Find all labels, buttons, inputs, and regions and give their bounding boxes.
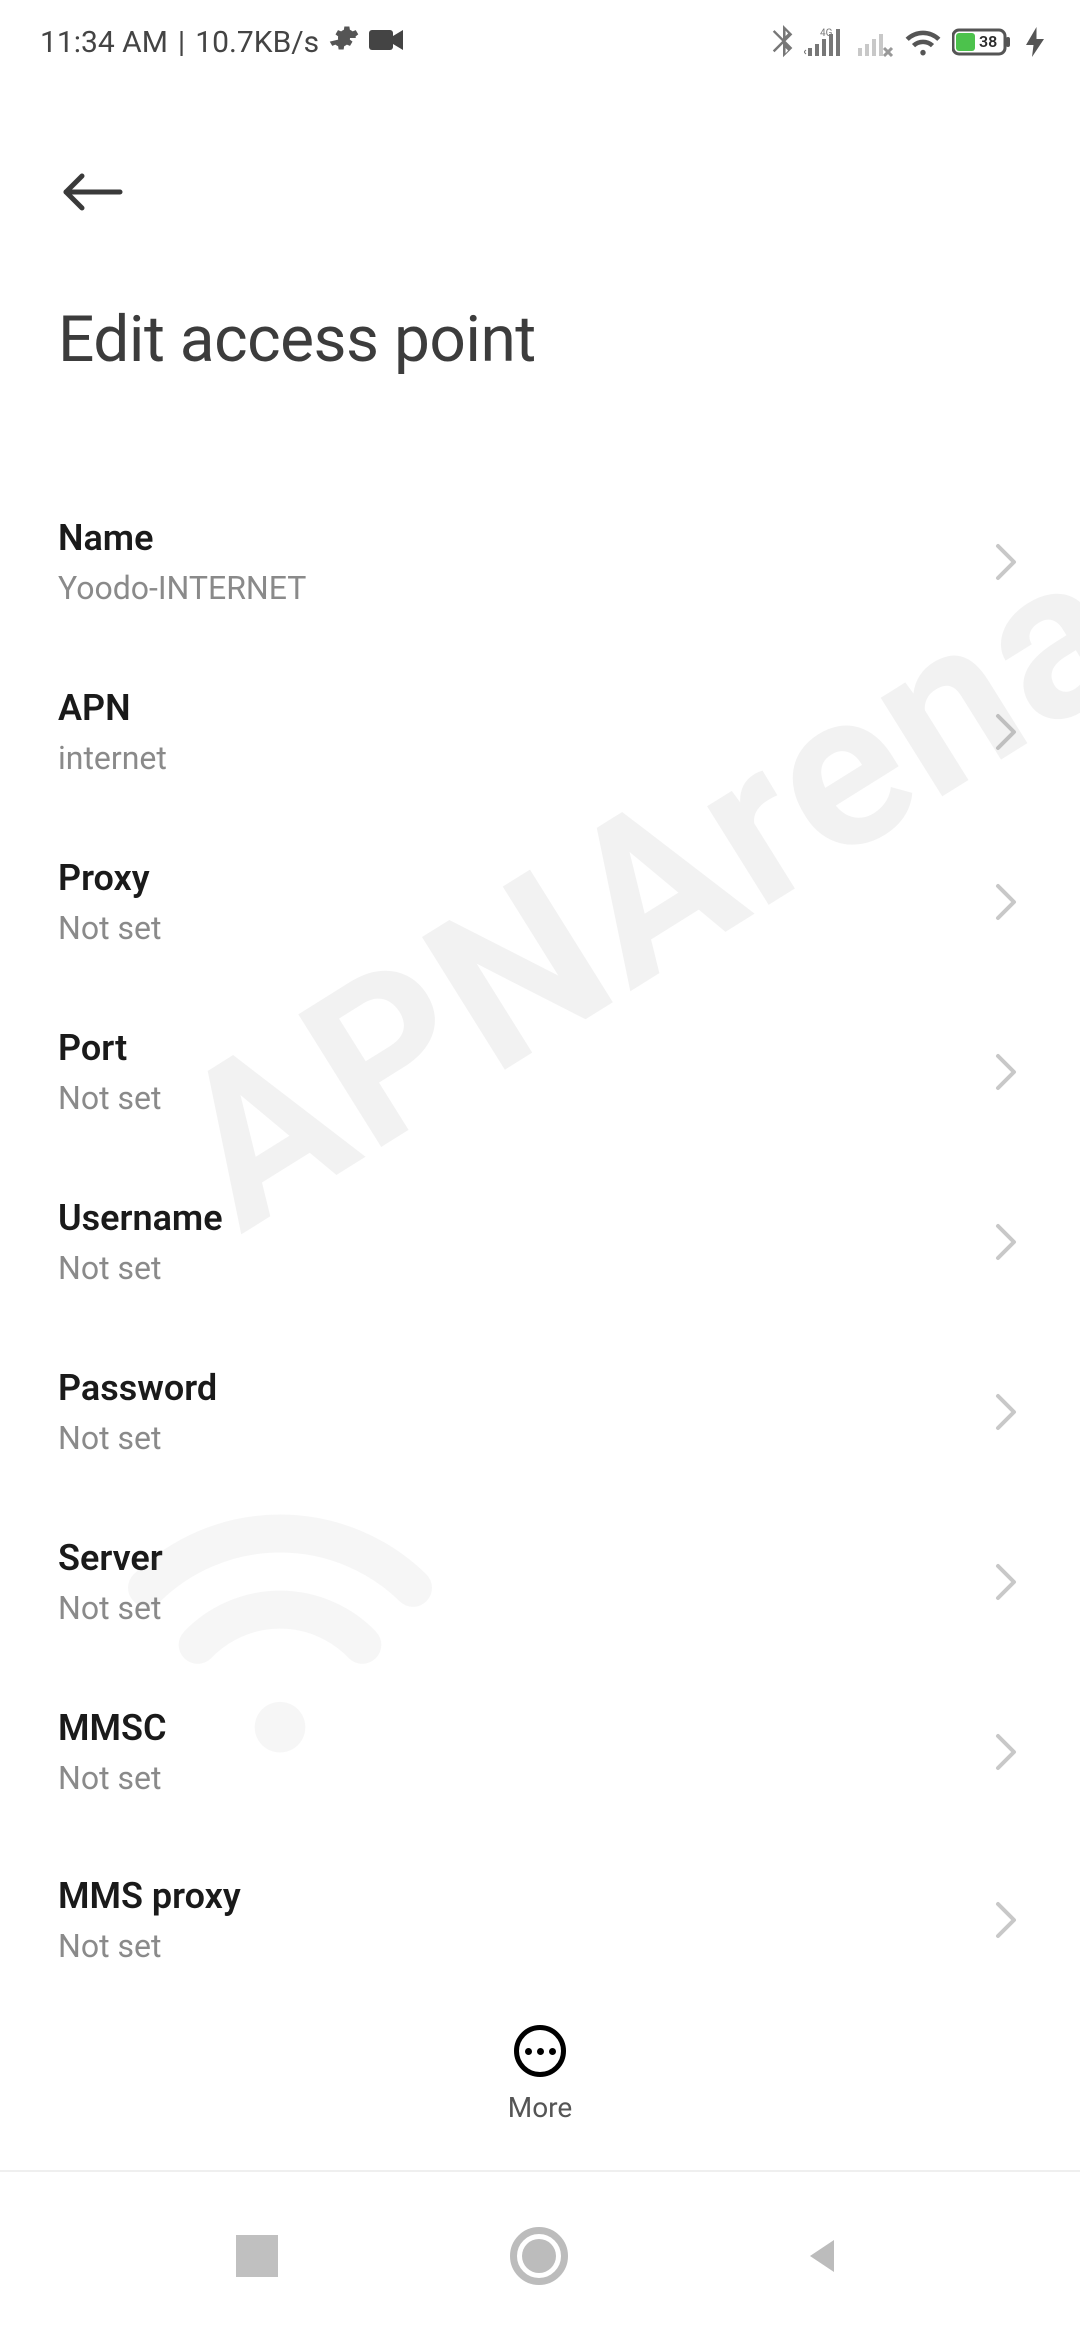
battery-icon: 38 [952,27,1016,57]
status-bar: 11:34 AM | 10.7KB/s 4G [0,0,1080,78]
row-value: Not set [58,1759,167,1797]
row-value: Not set [58,909,161,947]
row-name[interactable]: Name Yoodo-INTERNET [58,477,1022,647]
row-mmsc[interactable]: MMSC Not set [58,1667,1022,1837]
battery-percent: 38 [979,32,997,51]
row-port[interactable]: Port Not set [58,987,1022,1157]
row-value: Not set [58,1419,217,1457]
chevron-right-icon [994,1222,1018,1262]
chevron-right-icon [994,1052,1018,1092]
row-apn[interactable]: APN internet [58,647,1022,817]
page-title: Edit access point [58,302,1022,377]
row-value: Not set [58,1249,223,1287]
more-icon [514,2025,566,2077]
more-button[interactable]: More [0,2025,1080,2124]
status-divider: | [178,25,185,60]
row-label: Port [58,1027,161,1069]
row-value: Not set [58,1927,241,1965]
row-password[interactable]: Password Not set [58,1327,1022,1497]
chevron-right-icon [994,712,1018,752]
signal-nosim-icon [854,26,894,58]
chevron-right-icon [994,882,1018,922]
video-icon [369,25,403,60]
chevron-right-icon [994,1562,1018,1602]
status-right: 4G [772,25,1044,59]
android-navbar [0,2170,1080,2340]
chevron-right-icon [994,1900,1018,1940]
status-left: 11:34 AM | 10.7KB/s [40,23,403,61]
bluetooth-icon [772,25,794,59]
row-label: MMS proxy [58,1875,241,1917]
nav-recents-icon[interactable] [236,2235,278,2277]
chevron-right-icon [994,1392,1018,1432]
back-icon[interactable] [58,168,1022,216]
more-label: More [508,2091,573,2124]
bolt-icon [1026,27,1044,57]
row-mms-proxy[interactable]: MMS proxy Not set [58,1837,1022,1965]
row-proxy[interactable]: Proxy Not set [58,817,1022,987]
row-label: Proxy [58,857,161,899]
row-label: Server [58,1537,163,1579]
chevron-right-icon [994,542,1018,582]
row-label: Password [58,1367,217,1409]
settings-list: Name Yoodo-INTERNET APN internet Proxy N… [0,477,1080,1965]
status-time: 11:34 AM [40,25,168,60]
row-label: Username [58,1197,223,1239]
row-value: Not set [58,1589,163,1627]
row-server[interactable]: Server Not set [58,1497,1022,1667]
nav-back-icon[interactable] [800,2234,844,2278]
row-label: Name [58,517,306,559]
status-rate: 10.7KB/s [195,25,319,60]
row-value: Yoodo-INTERNET [58,569,306,607]
signal-4g-icon: 4G [804,26,844,58]
row-value: internet [58,739,167,777]
nav-home-icon[interactable] [510,2227,568,2285]
row-username[interactable]: Username Not set [58,1157,1022,1327]
row-value: Not set [58,1079,161,1117]
gear-icon [329,23,359,61]
row-label: APN [58,687,167,729]
row-label: MMSC [58,1707,167,1749]
chevron-right-icon [994,1732,1018,1772]
wifi-icon [904,27,942,57]
